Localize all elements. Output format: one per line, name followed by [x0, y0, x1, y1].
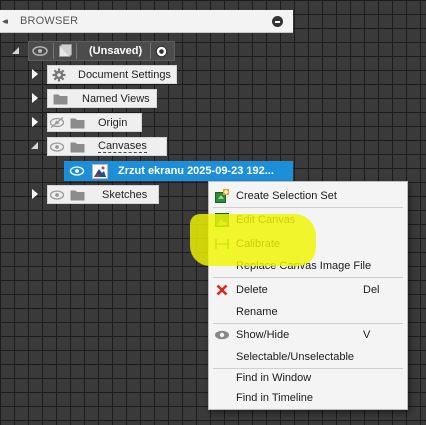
- menu-item-calibrate[interactable]: Calibrate: [210, 234, 406, 253]
- folder-icon: [70, 117, 86, 129]
- context-menu: Create Selection Set Edit Canvas Calibra…: [208, 181, 408, 410]
- menu-item-create-selection-set[interactable]: Create Selection Set: [210, 186, 406, 205]
- activate-radio-icon[interactable]: [155, 45, 168, 58]
- tree-item-sketches[interactable]: Sketches: [47, 185, 159, 204]
- eye-icon[interactable]: [48, 140, 66, 154]
- named-views-expand-toggle[interactable]: [30, 92, 40, 104]
- menu-separator: [213, 323, 403, 324]
- tree-item-label: Zrzut ekranu 2025-09-23 192...: [118, 165, 274, 177]
- menu-item-icon-placeholder: [214, 371, 230, 385]
- menu-item-label: Find in Window: [236, 371, 312, 384]
- menu-item-label: Delete: [236, 283, 268, 296]
- folder-icon: [70, 189, 86, 201]
- tree-item-document-settings[interactable]: Document Settings: [47, 65, 177, 84]
- menu-item-icon-placeholder: [214, 305, 230, 319]
- root-divider: [53, 43, 54, 59]
- tree-item-origin[interactable]: Origin: [47, 113, 142, 132]
- collapse-panel-icon[interactable]: ◂◂: [2, 16, 16, 27]
- menu-item-icon-placeholder: [214, 391, 230, 405]
- menu-item-label: Create Selection Set: [236, 189, 337, 202]
- edit-canvas-icon: [214, 212, 230, 227]
- tree-item-label: Origin: [98, 116, 128, 129]
- browser-header: ◂◂ BROWSER: [0, 10, 293, 33]
- menu-item-label: Calibrate: [236, 237, 281, 250]
- menu-item-label: Show/Hide: [236, 328, 290, 341]
- folder-icon: [53, 93, 69, 105]
- eye-icon[interactable]: [31, 44, 49, 58]
- tree-item-named-views[interactable]: Named Views: [47, 89, 157, 108]
- root-expand-toggle[interactable]: [11, 45, 21, 57]
- folder-icon: [70, 141, 86, 153]
- menu-item-shortcut: V: [363, 328, 371, 341]
- root-divider-2: [76, 43, 77, 59]
- menu-item-rename[interactable]: Rename: [210, 302, 406, 321]
- menu-item-delete[interactable]: Delete Del: [210, 280, 406, 299]
- tree-item-canvas-image[interactable]: Zrzut ekranu 2025-09-23 192...: [64, 161, 293, 181]
- menu-item-label: Replace Canvas Image File: [236, 259, 372, 272]
- menu-item-label: Find in Timeline: [236, 391, 314, 404]
- menu-item-label: Rename: [236, 305, 278, 318]
- browser-title: BROWSER: [20, 15, 79, 27]
- menu-item-edit-canvas[interactable]: Edit Canvas: [210, 210, 406, 229]
- canvas-image-icon: [92, 163, 108, 179]
- canvases-expand-toggle[interactable]: [30, 140, 40, 152]
- eye-icon: [214, 328, 230, 342]
- menu-separator: [213, 277, 403, 278]
- eye-icon[interactable]: [68, 164, 86, 178]
- sketches-expand-toggle[interactable]: [30, 188, 40, 200]
- delete-x-icon: [214, 283, 230, 297]
- tree-item-label: Canvases: [98, 140, 147, 153]
- tree-item-label: Named Views: [82, 92, 150, 105]
- menu-item-icon-placeholder: [214, 259, 230, 273]
- document-icon: [58, 44, 72, 58]
- menu-item-label: Edit Canvas: [236, 213, 296, 226]
- tree-root-unsaved[interactable]: (Unsaved): [28, 41, 175, 61]
- document-settings-expand-toggle[interactable]: [30, 68, 40, 80]
- selection-set-icon: [214, 188, 230, 203]
- origin-expand-toggle[interactable]: [30, 116, 40, 128]
- menu-item-shortcut: Del: [363, 283, 380, 296]
- tree-item-label: Sketches: [102, 188, 148, 201]
- tree-item-label: Document Settings: [78, 68, 171, 81]
- root-divider-3: [150, 43, 152, 59]
- menu-item-find-in-window[interactable]: Find in Window: [210, 368, 406, 387]
- menu-separator: [213, 207, 403, 208]
- eye-icon[interactable]: [48, 188, 66, 202]
- eye-hidden-icon[interactable]: [48, 116, 66, 130]
- menu-item-selectable-unselectable[interactable]: Selectable/Unselectable: [210, 347, 406, 366]
- menu-item-show-hide[interactable]: Show/Hide V: [210, 325, 406, 344]
- menu-item-find-in-timeline[interactable]: Find in Timeline: [210, 388, 406, 407]
- menu-item-replace-canvas-image-file[interactable]: Replace Canvas Image File: [210, 256, 406, 275]
- menu-item-icon-placeholder: [214, 350, 230, 364]
- minimize-panel-icon[interactable]: [272, 16, 283, 27]
- tree-item-canvases[interactable]: Canvases: [47, 137, 167, 156]
- root-label: (Unsaved): [89, 45, 143, 57]
- menu-item-label: Selectable/Unselectable: [236, 350, 355, 363]
- calibrate-icon: [214, 237, 230, 251]
- gear-icon: [52, 68, 66, 82]
